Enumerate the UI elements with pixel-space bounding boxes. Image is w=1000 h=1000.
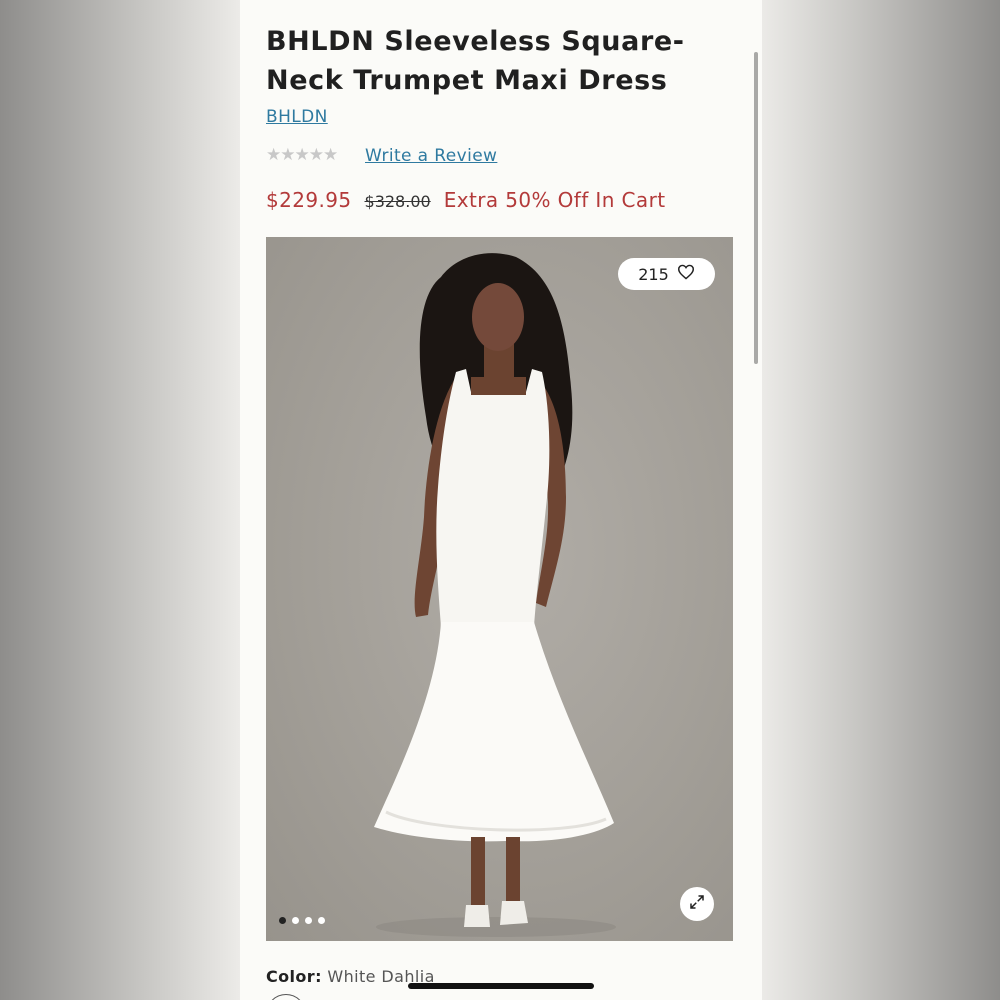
write-review-link[interactable]: Write a Review xyxy=(365,146,497,166)
gallery-dot[interactable] xyxy=(305,917,312,924)
color-swatch[interactable] xyxy=(266,994,306,1000)
sale-price: $229.95 xyxy=(266,188,352,212)
gallery-dot[interactable] xyxy=(318,917,325,924)
expand-icon xyxy=(688,893,706,915)
gallery-dot[interactable] xyxy=(292,917,299,924)
original-price: $328.00 xyxy=(364,192,431,211)
product-image[interactable]: 215 xyxy=(266,237,733,941)
product-title: BHLDN Sleeveless Square-Neck Trumpet Max… xyxy=(266,26,685,96)
brand-link[interactable]: BHLDN xyxy=(266,107,328,127)
product-page: BHLDN Sleeveless Square-Neck Trumpet Max… xyxy=(240,0,762,1000)
price-row: $229.95 $328.00 Extra 50% Off In Cart xyxy=(266,188,665,212)
color-label: Color: xyxy=(266,967,322,986)
promo-text: Extra 50% Off In Cart xyxy=(443,188,666,212)
gallery-pagination[interactable] xyxy=(279,917,325,924)
like-button[interactable]: 215 xyxy=(618,258,715,290)
scrollbar[interactable] xyxy=(754,52,758,364)
heart-icon xyxy=(677,264,695,284)
home-indicator[interactable] xyxy=(408,983,594,989)
gallery-dot[interactable] xyxy=(279,917,286,924)
model-illustration xyxy=(374,253,616,937)
like-count: 215 xyxy=(638,264,669,284)
expand-button[interactable] xyxy=(680,887,714,921)
rating-stars: ★★★★★ xyxy=(266,145,338,165)
